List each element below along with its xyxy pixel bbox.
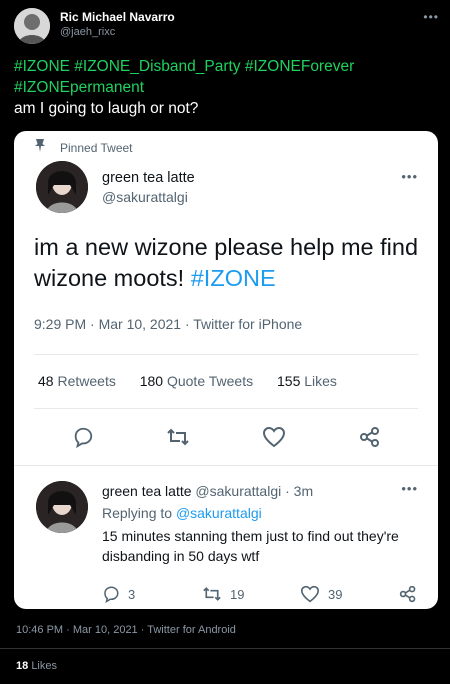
- avatar[interactable]: [14, 8, 50, 44]
- reply-text: 15 minutes stanning them just to find ou…: [102, 528, 399, 564]
- likes-stat[interactable]: 155 Likes: [277, 373, 337, 389]
- replying-prefix: Replying to: [102, 505, 173, 521]
- reply-count: 3: [128, 586, 136, 602]
- reply-author: green tea latte @sakurattalgi · 3m: [102, 483, 313, 499]
- share-button[interactable]: [399, 585, 425, 603]
- tweet-text: im a new wizone please help me find wizo…: [34, 232, 424, 294]
- replying-to: Replying to @sakurattalgi: [102, 505, 262, 521]
- hashtag-link[interactable]: #IZONE: [191, 265, 276, 291]
- pin-icon: [34, 138, 48, 155]
- tweet-body: am I going to laugh or not?: [14, 100, 199, 117]
- pinned-label: Pinned Tweet: [34, 138, 133, 155]
- quote-tweets-stat[interactable]: 180 Quote Tweets: [140, 373, 253, 389]
- retweets-stat[interactable]: 48 Retweets: [38, 373, 116, 389]
- tweet-actions: [14, 426, 438, 449]
- retweet-icon: [203, 587, 221, 601]
- hashtags-line-1[interactable]: #IZONE #IZONE_Disband_Party #IZONEForeve…: [14, 58, 354, 75]
- divider: [0, 648, 450, 649]
- tweet-timestamp[interactable]: 9:29 PM · Mar 10, 2021 · Twitter for iPh…: [34, 316, 302, 332]
- retweet-button[interactable]: 19: [202, 585, 244, 603]
- more-icon[interactable]: •••: [401, 481, 418, 496]
- hashtags-line-2[interactable]: #IZONEpermanent: [14, 79, 144, 96]
- tweet-header: Ric Michael Navarro @jaeh_rixc •••: [14, 6, 439, 44]
- like-icon[interactable]: [262, 426, 286, 453]
- author-handle[interactable]: @sakurattalgi: [102, 189, 188, 205]
- author-name[interactable]: green tea latte: [102, 170, 195, 186]
- reply-icon: [104, 586, 119, 603]
- author-handle[interactable]: @jaeh_rixc: [60, 26, 115, 38]
- replying-to-link[interactable]: @sakurattalgi: [176, 505, 262, 521]
- like-count: 39: [328, 586, 343, 602]
- avatar[interactable]: [36, 161, 88, 213]
- embedded-tweet-card[interactable]: Pinned Tweet green tea latte @sakurattal…: [14, 131, 438, 609]
- divider: [14, 465, 438, 466]
- engagement-stats: 48 Retweets 180 Quote Tweets 155 Likes: [38, 373, 357, 389]
- reply-tweet[interactable]: green tea latte @sakurattalgi · 3m ••• R…: [14, 481, 438, 603]
- share-icon: [399, 585, 416, 603]
- likes-label: Likes: [31, 660, 57, 672]
- tweet-text: #IZONE #IZONE_Disband_Party #IZONEForeve…: [14, 56, 434, 119]
- likes-stat[interactable]: 18 Likes: [16, 660, 57, 672]
- divider: [34, 408, 418, 409]
- more-icon[interactable]: •••: [401, 169, 418, 184]
- more-icon[interactable]: •••: [423, 10, 439, 24]
- tweet-timestamp[interactable]: 10:46 PM · Mar 10, 2021 · Twitter for An…: [16, 624, 236, 636]
- like-button[interactable]: 39: [300, 585, 342, 603]
- share-icon[interactable]: [359, 426, 381, 453]
- like-icon: [300, 585, 320, 603]
- avatar[interactable]: [36, 481, 88, 533]
- author-handle-time[interactable]: @sakurattalgi · 3m: [195, 483, 313, 499]
- retweet-icon[interactable]: [166, 426, 190, 453]
- author-name[interactable]: Ric Michael Navarro: [60, 10, 175, 24]
- author-name[interactable]: green tea latte: [102, 483, 192, 499]
- reply-button[interactable]: 3: [102, 585, 135, 603]
- reply-icon[interactable]: [72, 426, 94, 453]
- likes-count: 18: [16, 660, 29, 672]
- retweet-count: 19: [230, 586, 245, 602]
- divider: [34, 354, 418, 355]
- pinned-text: Pinned Tweet: [60, 141, 133, 155]
- reply-actions: 3 19 39: [14, 585, 438, 605]
